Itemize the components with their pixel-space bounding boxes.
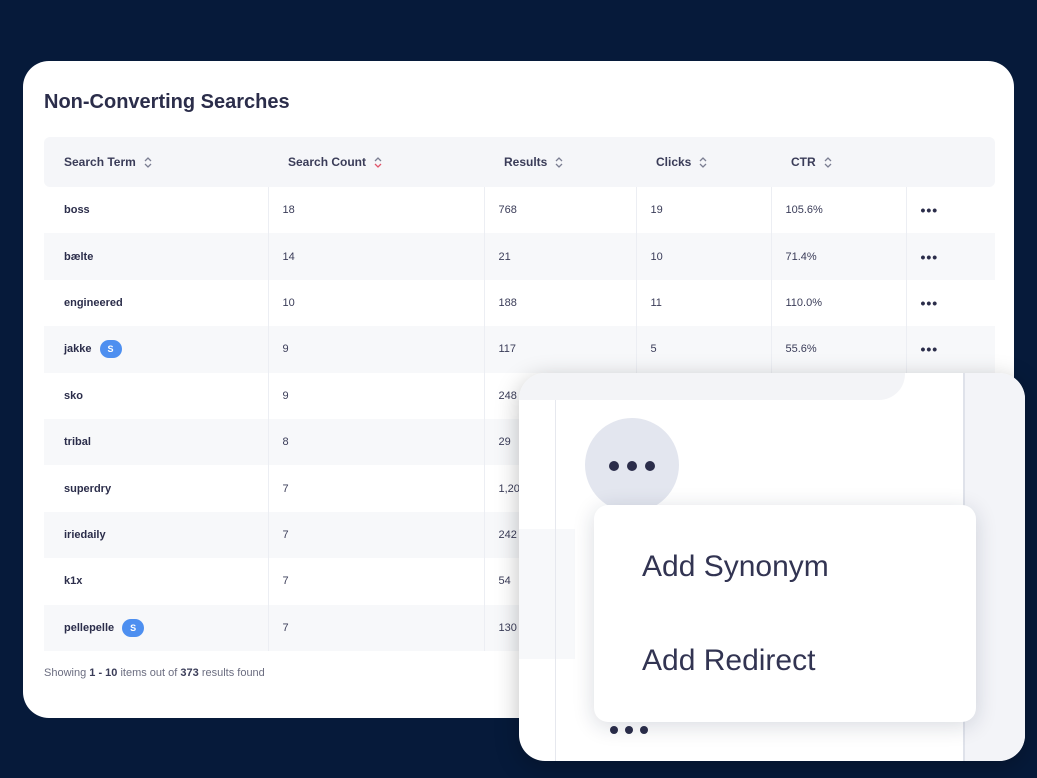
pagination-summary: Showing 1 - 10 items out of 373 results …: [44, 667, 265, 679]
search-count-cell: 18: [267, 187, 484, 234]
search-count-cell: 7: [267, 511, 484, 559]
clicks-cell: 19: [635, 187, 771, 234]
more-options-icon[interactable]: •••: [921, 249, 939, 265]
search-term-cell: engineered: [64, 296, 123, 309]
ctr-cell: 110.0%: [770, 279, 906, 327]
ctr-cell: 105.6%: [770, 187, 906, 234]
search-term-cell: pellepelle S: [44, 604, 268, 651]
more-options-button[interactable]: [585, 418, 679, 512]
synonym-badge: S: [122, 618, 145, 637]
search-term-cell: jakke S: [44, 326, 268, 373]
table-header-row: Search Term Search Count Results Clicks …: [44, 137, 995, 187]
more-options-icon[interactable]: •••: [921, 295, 939, 311]
search-term-cell: superdry: [64, 482, 112, 495]
search-term-cell: bælte: [44, 233, 268, 280]
table-edge: [519, 373, 905, 400]
search-term-cell: boss: [64, 204, 90, 217]
search-count-cell: 8: [267, 418, 484, 466]
ctr-cell: 55.6%: [770, 326, 906, 373]
sort-icon: [555, 157, 563, 169]
add-synonym-menu-item[interactable]: Add Synonym: [642, 550, 829, 584]
column-header-search-count[interactable]: Search Count: [268, 137, 484, 187]
synonym-badge: S: [99, 340, 122, 359]
row-actions-cell: •••: [905, 187, 995, 234]
sort-icon-active: [374, 157, 382, 169]
column-header-actions: [906, 137, 995, 187]
column-header-clicks[interactable]: Clicks: [636, 137, 771, 187]
more-options-icon[interactable]: •••: [921, 202, 939, 218]
column-divider: [555, 400, 556, 761]
search-term-cell: sko: [64, 389, 83, 402]
column-header-search-term[interactable]: Search Term: [44, 137, 268, 187]
results-cell: 768: [483, 187, 636, 234]
results-cell: 117: [483, 326, 636, 373]
ctr-cell: 71.4%: [770, 233, 906, 280]
search-count-cell: 7: [267, 558, 484, 605]
row-actions-cell: •••: [905, 326, 995, 373]
sort-icon: [144, 157, 152, 169]
table-row: engineered 10 188 11 110.0% •••: [44, 279, 995, 327]
clicks-cell: 5: [635, 326, 771, 373]
sort-icon: [824, 157, 832, 169]
dot-icon: [627, 461, 637, 471]
add-redirect-menu-item[interactable]: Add Redirect: [642, 644, 815, 678]
search-term-cell: tribal: [44, 418, 268, 466]
row-actions-cell: •••: [905, 279, 995, 327]
panel-title: Non-Converting Searches: [44, 91, 290, 113]
search-count-cell: 9: [267, 326, 484, 373]
more-options-icon[interactable]: [610, 721, 655, 739]
search-count-cell: 7: [267, 604, 484, 651]
column-header-ctr[interactable]: CTR: [771, 137, 906, 187]
zoomed-actions-popup: Add Synonym Add Redirect: [519, 373, 1025, 761]
sort-icon: [699, 157, 707, 169]
table-row: boss 18 768 19 105.6% •••: [44, 187, 995, 234]
table-row: jakke S 9 117 5 55.6% •••: [44, 326, 995, 373]
column-header-results[interactable]: Results: [484, 137, 636, 187]
search-term-cell: iriedaily: [44, 511, 268, 559]
clicks-cell: 10: [635, 233, 771, 280]
search-count-cell: 10: [267, 279, 484, 327]
results-cell: 21: [483, 233, 636, 280]
table-row: bælte 14 21 10 71.4% •••: [44, 233, 995, 280]
dot-icon: [645, 461, 655, 471]
dot-icon: [609, 461, 619, 471]
clicks-cell: 11: [635, 279, 771, 327]
search-count-cell: 9: [267, 372, 484, 419]
row-band: [519, 529, 575, 659]
more-options-icon[interactable]: •••: [921, 341, 939, 357]
results-cell: 188: [483, 279, 636, 327]
row-actions-menu: Add Synonym Add Redirect: [594, 505, 976, 722]
search-count-cell: 7: [267, 465, 484, 512]
search-count-cell: 14: [267, 233, 484, 280]
row-actions-cell: •••: [905, 233, 995, 280]
search-term-cell: k1x: [64, 575, 83, 588]
